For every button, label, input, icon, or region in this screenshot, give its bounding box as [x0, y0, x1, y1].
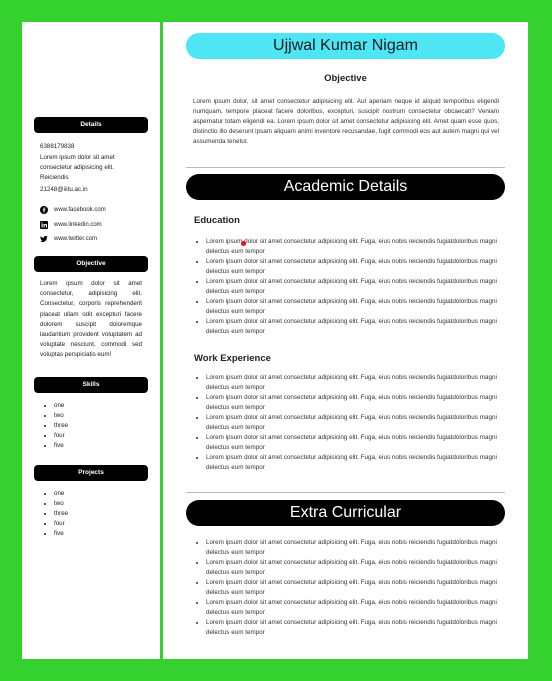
- list-item: two: [54, 411, 144, 421]
- objective-body: Lorem ipsum dolor, sit amet consectetur …: [193, 98, 499, 145]
- list-item: Lorem ipsum dolor sit amet consectetur a…: [206, 453, 506, 473]
- projects-list: one two three four five: [54, 489, 144, 539]
- phone-number: 6388179838: [40, 143, 75, 150]
- list-item: Lorem ipsum dolor sit amet consectetur a…: [206, 373, 506, 393]
- list-item: one: [54, 401, 144, 411]
- list-item: four: [54, 431, 144, 441]
- work-experience-title: Work Experience: [194, 353, 271, 364]
- name-banner: Ujjwal Kumar Nigam: [186, 33, 505, 59]
- linkedin-icon: [40, 221, 48, 229]
- linkedin-link[interactable]: www.linkedin.com: [54, 222, 102, 228]
- list-item: Lorem ipsum dolor sit amet consectetur a…: [206, 558, 506, 578]
- skills-heading: Skills: [34, 377, 148, 393]
- objective-title: Objective: [324, 73, 367, 84]
- list-item: three: [54, 421, 144, 431]
- list-item: Lorem ipsum dolor sit amet consectetur a…: [206, 393, 506, 413]
- email-text: 21248@iiitu.ac.in: [40, 186, 88, 193]
- mouse-cursor-dot: [241, 241, 246, 246]
- list-item: two: [54, 499, 144, 509]
- social-facebook[interactable]: www.facebook.com: [40, 205, 150, 215]
- work-experience-list: Lorem ipsum dolor sit amet consectetur a…: [206, 373, 506, 473]
- twitter-link[interactable]: www.twitter.com: [54, 236, 97, 242]
- extra-curricular-heading: Extra Curricular: [186, 500, 505, 526]
- details-heading: Details: [34, 117, 148, 133]
- list-item: four: [54, 519, 144, 529]
- list-item: Lorem ipsum dolor sit amet consectetur a…: [206, 598, 506, 618]
- academic-heading: Academic Details: [186, 174, 505, 200]
- twitter-icon: [40, 235, 48, 243]
- extra-curricular-list: Lorem ipsum dolor sit amet consectetur a…: [206, 538, 506, 638]
- list-item: five: [54, 529, 144, 539]
- address-text: Lorem ipsum dolor sit amet consectetur a…: [40, 154, 115, 182]
- list-item: Lorem ipsum dolor sit amet consectetur a…: [206, 538, 506, 558]
- list-item: Lorem ipsum dolor sit amet consectetur a…: [206, 317, 506, 337]
- facebook-link[interactable]: www.facebook.com: [54, 207, 106, 213]
- list-item: Lorem ipsum dolor sit amet consectetur a…: [206, 578, 506, 598]
- social-linkedin[interactable]: www.linkedin.com: [40, 220, 150, 230]
- list-item: Lorem ipsum dolor sit amet consectetur a…: [206, 618, 506, 638]
- skills-list: one two three four five: [54, 401, 144, 451]
- section-divider: [186, 167, 505, 168]
- main-column: Ujjwal Kumar Nigam Objective Lorem ipsum…: [163, 22, 528, 659]
- education-list: Lorem ipsum dolor sit amet consectetur a…: [206, 237, 506, 337]
- list-item: five: [54, 441, 144, 451]
- sidebar: Details 6388179838 Lorem ipsum dolor sit…: [22, 22, 160, 659]
- sidebar-objective-text: Lorem ipsum dolor sit amet consectetur, …: [40, 280, 142, 359]
- list-item: Lorem ipsum dolor sit amet consectetur a…: [206, 413, 506, 433]
- list-item: Lorem ipsum dolor sit amet consectetur a…: [206, 297, 506, 317]
- education-title: Education: [194, 215, 240, 226]
- list-item: Lorem ipsum dolor sit amet consectetur a…: [206, 433, 506, 453]
- list-item: Lorem ipsum dolor sit amet consectetur a…: [206, 257, 506, 277]
- resume-page: Details 6388179838 Lorem ipsum dolor sit…: [22, 22, 528, 659]
- list-item: three: [54, 509, 144, 519]
- list-item: one: [54, 489, 144, 499]
- list-item: Lorem ipsum dolor sit amet consectetur a…: [206, 277, 506, 297]
- list-item: Lorem ipsum dolor sit amet consectetur a…: [206, 237, 506, 257]
- social-twitter[interactable]: www.twitter.com: [40, 234, 150, 244]
- section-divider: [186, 492, 505, 493]
- sidebar-objective-heading: Objective: [34, 256, 148, 272]
- projects-heading: Projects: [34, 465, 148, 481]
- facebook-icon: [40, 206, 48, 214]
